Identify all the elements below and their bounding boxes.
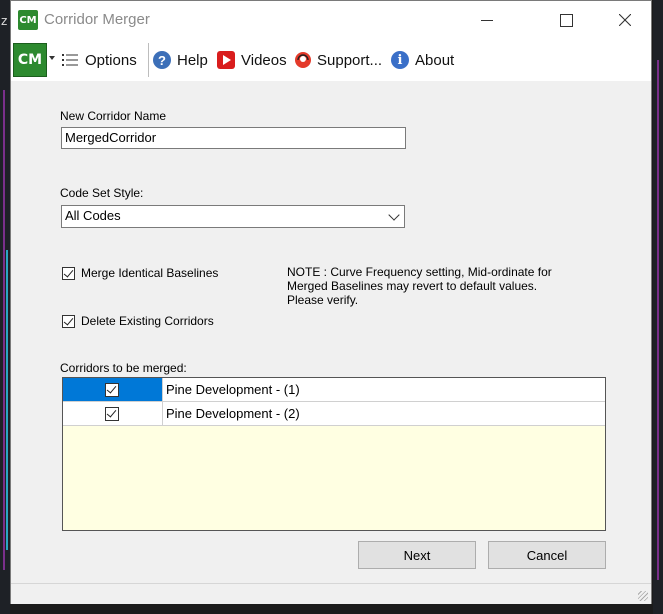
help-label: Help [177,51,208,69]
close-button[interactable] [597,1,653,39]
support-label: Support... [317,51,383,69]
videos-button[interactable]: Videos [217,49,287,71]
row-check-cell[interactable] [63,378,163,401]
help-button[interactable]: ? Help [153,49,208,71]
checkmark-icon [106,407,117,418]
toolbar-separator [148,43,149,77]
background-line [3,90,5,570]
app-menu-logo-icon[interactable]: CM [13,43,47,77]
row-checkbox[interactable] [105,383,119,397]
corridors-grid[interactable]: Pine Development - (1) Pine Development … [62,377,606,531]
code-set-style-label: Code Set Style: [60,186,144,200]
delete-existing-corridors-label[interactable]: Delete Existing Corridors [81,314,214,328]
options-label: Options [85,51,137,69]
chevron-down-icon [388,209,400,221]
merge-identical-baselines-checkbox[interactable] [62,267,75,280]
list-icon [61,51,79,69]
title-bar[interactable]: CM Corridor Merger [11,1,651,39]
table-row[interactable]: Pine Development - (1) [63,378,605,402]
background-line [6,250,8,550]
curve-frequency-note: NOTE : Curve Frequency setting, Mid-ordi… [287,265,552,307]
status-bar [11,583,651,604]
corridor-merger-window: CM Corridor Merger CM Options ? Help Vid… [10,0,652,604]
code-set-style-select[interactable]: All Codes [61,205,405,228]
toolbar: CM Options ? Help Videos Support... i Ab… [11,39,651,81]
video-play-icon [217,51,235,69]
corridor-name-cell[interactable]: Pine Development - (2) [166,406,300,421]
about-button[interactable]: i About [391,49,454,71]
merge-identical-baselines-label[interactable]: Merge Identical Baselines [81,266,218,280]
checkmark-icon [63,267,74,278]
background-glyph: z [1,14,8,28]
close-icon [619,14,631,26]
maximize-icon [559,13,573,27]
row-check-cell[interactable] [63,402,163,425]
maximize-button[interactable] [538,1,594,39]
minimize-icon [481,19,493,21]
videos-label: Videos [241,51,287,69]
options-button[interactable]: Options [61,49,137,71]
window-title: Corridor Merger [44,11,150,28]
background-cad-left: z [0,0,10,614]
checkmark-icon [63,315,74,326]
table-row[interactable]: Pine Development - (2) [63,402,605,426]
checkmark-icon [106,383,117,394]
headset-icon [295,52,311,68]
next-button[interactable]: Next [358,541,476,569]
corridor-name-cell[interactable]: Pine Development - (1) [166,382,300,397]
minimize-button[interactable] [459,1,515,39]
support-button[interactable]: Support... [295,49,382,71]
code-set-style-value: All Codes [65,208,121,223]
cancel-button[interactable]: Cancel [488,541,606,569]
new-corridor-name-label: New Corridor Name [60,109,167,123]
resize-grip-icon[interactable] [638,591,648,601]
help-icon: ? [153,51,171,69]
delete-existing-corridors-checkbox[interactable] [62,315,75,328]
row-checkbox[interactable] [105,407,119,421]
background-line [657,60,659,580]
caret-down-icon[interactable] [49,56,55,60]
info-icon: i [391,51,409,69]
background-cad-right [653,0,663,614]
app-logo-icon: CM [18,10,38,30]
corridors-to-merge-label: Corridors to be merged: [60,361,187,375]
new-corridor-name-input[interactable]: MergedCorridor [61,127,406,149]
about-label: About [415,51,455,69]
